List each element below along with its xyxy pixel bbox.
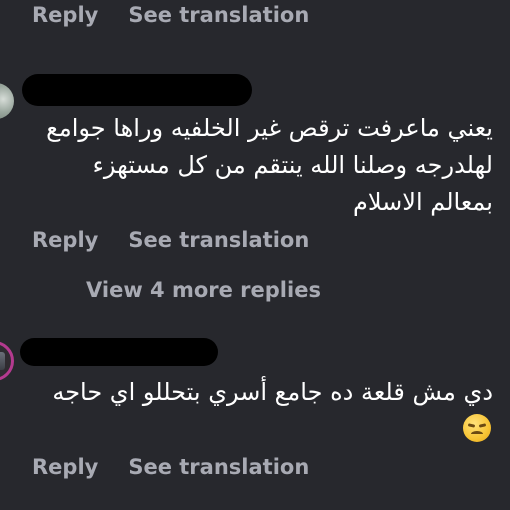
avatar[interactable] <box>0 83 14 119</box>
avatar[interactable] <box>0 341 14 381</box>
see-translation-button[interactable]: See translation <box>128 452 309 482</box>
comments-screen: Reply See translation يعني ماعرفت ترقص غ… <box>0 0 510 510</box>
see-translation-button[interactable]: See translation <box>128 0 309 30</box>
unamused-face-icon <box>463 414 491 442</box>
comment-actions: Reply See translation <box>32 225 309 255</box>
reply-button[interactable]: Reply <box>32 452 98 482</box>
redacted-username <box>20 338 218 366</box>
reply-button[interactable]: Reply <box>32 225 98 255</box>
reply-button[interactable]: Reply <box>32 0 98 30</box>
comment-actions: Reply See translation <box>32 452 309 482</box>
unamused-face-emoji <box>463 414 491 442</box>
view-more-replies-link[interactable]: View 4 more replies <box>86 275 321 305</box>
comment-text: دي مش قلعة ده جامع أسري بتحللو اي حاجه <box>52 378 493 406</box>
comment-text: يعني ماعرفت ترقص غير الخلفيه وراها جوامع… <box>46 114 493 216</box>
comment-actions-top: Reply See translation <box>32 0 309 30</box>
see-translation-button[interactable]: See translation <box>128 225 309 255</box>
redacted-username <box>22 74 252 106</box>
